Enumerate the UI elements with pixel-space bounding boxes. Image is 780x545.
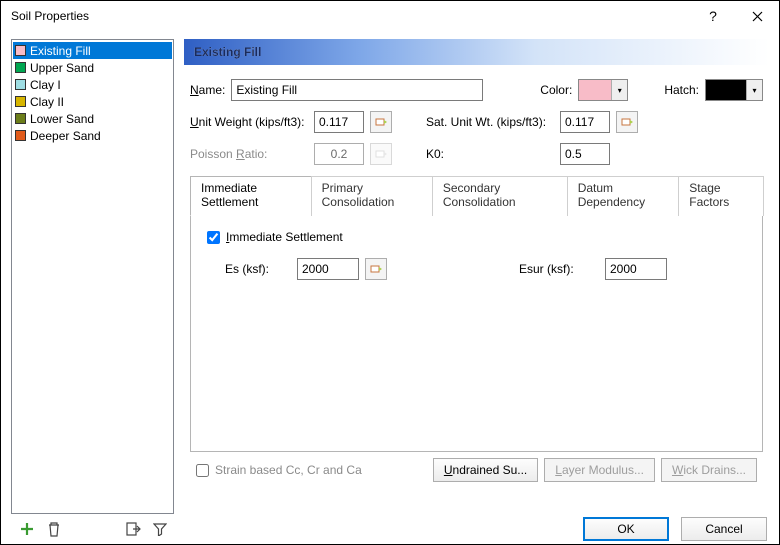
esur-label: Esur (ksf): xyxy=(519,262,599,276)
tab-primary-consolidation[interactable]: Primary Consolidation xyxy=(311,176,433,216)
tab-datum-dependency[interactable]: Datum Dependency xyxy=(567,176,680,216)
cancel-button[interactable]: Cancel xyxy=(681,517,767,541)
title-bar: Soil Properties ? xyxy=(1,1,779,31)
soil-item-label: Lower Sand xyxy=(30,112,94,126)
color-picker[interactable]: ▾ xyxy=(578,79,628,101)
trash-icon[interactable] xyxy=(47,521,61,537)
soil-item-label: Existing Fill xyxy=(30,44,91,58)
soil-list[interactable]: Existing Fill Upper Sand Clay I Clay II Lowe… xyxy=(11,39,174,514)
soil-item[interactable]: Upper Sand xyxy=(13,59,172,76)
chevron-down-icon: ▾ xyxy=(746,80,762,100)
tab-body: Immediate Settlement Es (ksf): Esur (ksf… xyxy=(190,216,763,452)
window-title: Soil Properties xyxy=(11,9,89,23)
color-swatch xyxy=(15,62,26,73)
k0-input[interactable] xyxy=(560,143,610,165)
tab-immediate-settlement[interactable]: Immediate Settlement xyxy=(190,176,312,216)
poisson-ratio-input xyxy=(314,143,364,165)
soil-item[interactable]: Clay II xyxy=(13,93,172,110)
color-swatch xyxy=(15,45,26,56)
es-options-button[interactable] xyxy=(365,258,387,280)
panel-header: Existing Fill xyxy=(184,39,769,65)
close-icon xyxy=(752,11,763,22)
name-label: Name: xyxy=(190,83,225,97)
sat-unit-weight-input[interactable] xyxy=(560,111,610,133)
gear-icon xyxy=(375,116,387,128)
panel-header-text: Existing Fill xyxy=(194,45,261,59)
main-panel: Existing Fill Name: Color: ▾ Hatch: ▾ Un… xyxy=(184,39,769,514)
soil-item-label: Clay I xyxy=(30,78,61,92)
unit-weight-input[interactable] xyxy=(314,111,364,133)
gear-icon xyxy=(370,263,382,275)
soil-item-label: Clay II xyxy=(30,95,64,109)
soil-item[interactable]: Existing Fill xyxy=(13,42,172,59)
close-button[interactable] xyxy=(735,1,779,31)
tab-bar: Immediate Settlement Primary Consolidati… xyxy=(190,175,763,216)
unit-weight-options-button[interactable] xyxy=(370,111,392,133)
import-icon[interactable] xyxy=(125,521,141,537)
soil-item-label: Upper Sand xyxy=(30,61,94,75)
tab-stage-factors[interactable]: Stage Factors xyxy=(678,176,764,216)
hatch-picker[interactable]: ▾ xyxy=(705,79,763,101)
hatch-label: Hatch: xyxy=(664,83,699,97)
ok-button[interactable]: OK xyxy=(583,517,669,541)
poisson-ratio-options-button xyxy=(370,143,392,165)
soil-item[interactable]: Lower Sand xyxy=(13,110,172,127)
immediate-settlement-label: Immediate Settlement xyxy=(226,230,343,244)
dialog-footer: OK Cancel xyxy=(1,514,779,544)
es-input[interactable] xyxy=(297,258,359,280)
soil-item-label: Deeper Sand xyxy=(30,129,101,143)
soil-item[interactable]: Deeper Sand xyxy=(13,127,172,144)
unit-weight-label: Unit Weight (kips/ft3): xyxy=(190,115,308,129)
color-label: Color: xyxy=(540,83,572,97)
undrained-su-button[interactable]: Undrained Su... xyxy=(433,458,538,482)
filter-icon[interactable] xyxy=(153,522,167,536)
esur-input[interactable] xyxy=(605,258,667,280)
help-button[interactable]: ? xyxy=(691,1,735,31)
gear-icon xyxy=(375,148,387,160)
tab-secondary-consolidation[interactable]: Secondary Consolidation xyxy=(432,176,568,216)
chevron-down-icon: ▾ xyxy=(611,80,627,100)
sat-unit-weight-options-button[interactable] xyxy=(616,111,638,133)
soil-item[interactable]: Clay I xyxy=(13,76,172,93)
strain-based-checkbox[interactable] xyxy=(196,464,209,477)
color-swatch xyxy=(15,130,26,141)
color-swatch xyxy=(15,79,26,90)
color-swatch xyxy=(15,113,26,124)
layer-modulus-button: Layer Modulus... xyxy=(544,458,655,482)
k0-label: K0: xyxy=(426,147,554,161)
es-label: Es (ksf): xyxy=(225,262,291,276)
name-input[interactable] xyxy=(231,79,483,101)
poisson-ratio-label: Poisson Ratio: xyxy=(190,147,308,161)
immediate-settlement-checkbox[interactable] xyxy=(207,231,220,244)
add-icon[interactable] xyxy=(19,521,35,537)
color-swatch xyxy=(15,96,26,107)
sat-unit-weight-label: Sat. Unit Wt. (kips/ft3): xyxy=(426,115,554,129)
wick-drains-button: Wick Drains... xyxy=(661,458,757,482)
gear-icon xyxy=(621,116,633,128)
strain-based-label: Strain based Cc, Cr and Ca xyxy=(215,463,362,477)
